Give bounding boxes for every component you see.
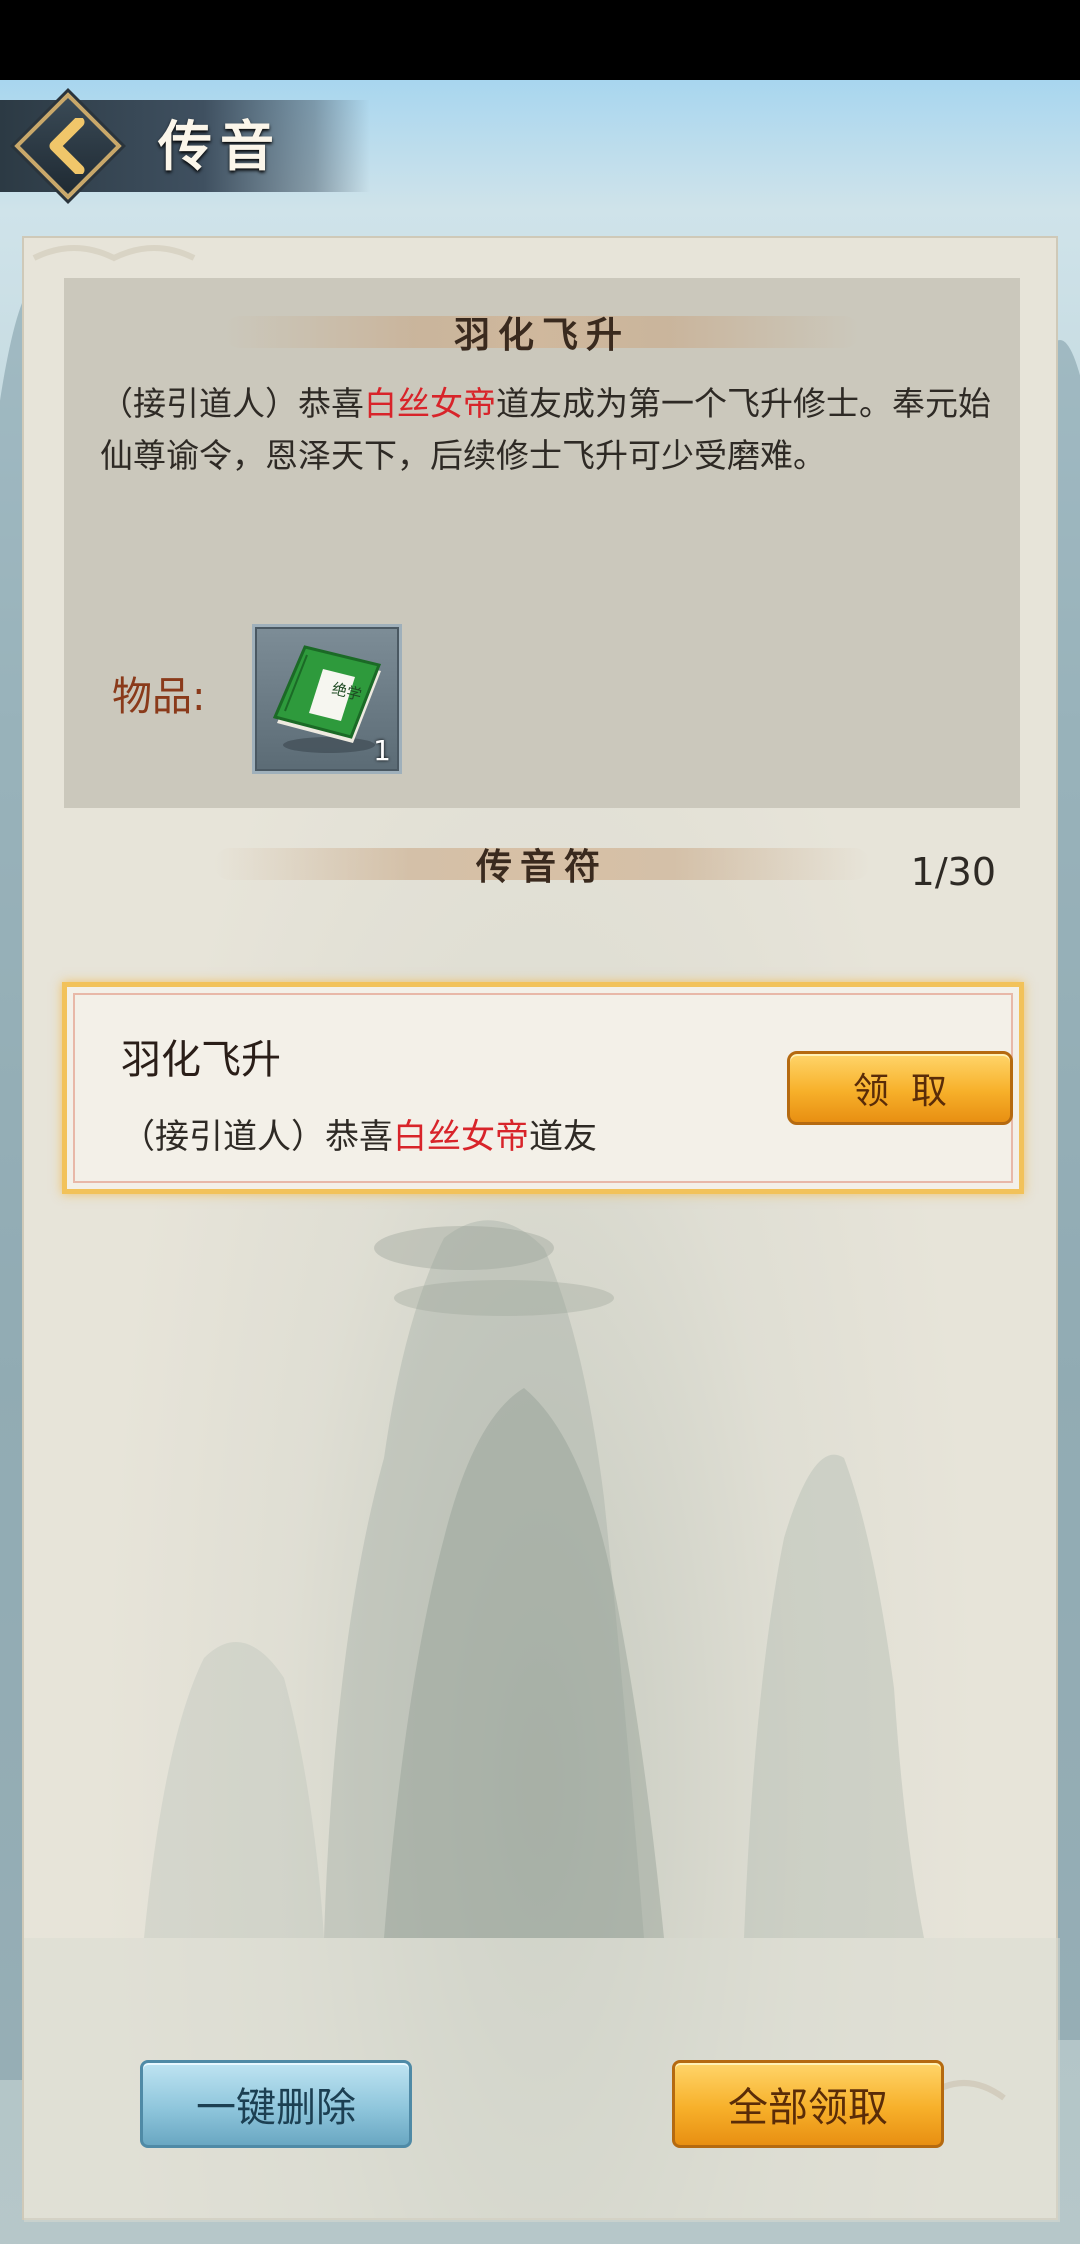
claim-button[interactable]: 领取 <box>787 1051 1013 1125</box>
list-title-banner: 传音符 <box>214 836 870 892</box>
delete-all-button[interactable]: 一键删除 <box>140 2060 412 2148</box>
items-label: 物品: <box>112 674 206 720</box>
mail-detail: 羽化飞升 （接引道人）恭喜白丝女帝道友成为第一个飞升修士。奉元始仙尊谕令，恩泽天… <box>64 278 1020 808</box>
page-title: 传音 <box>158 114 282 178</box>
preview-text: （接引道人）恭喜 <box>121 1117 393 1157</box>
detail-title-banner: 羽化飞升 <box>64 304 1020 360</box>
player-name: 白丝女帝 <box>364 384 496 423</box>
claim-all-button[interactable]: 全部领取 <box>672 2060 944 2148</box>
mail-panel: 羽化飞升 （接引道人）恭喜白丝女帝道友成为第一个飞升修士。奉元始仙尊谕令，恩泽天… <box>22 236 1060 2222</box>
status-bar <box>0 0 1080 80</box>
mail-item-preview: （接引道人）恭喜白丝女帝道友 <box>121 1109 597 1158</box>
preview-text: 道友 <box>529 1117 597 1157</box>
item-slot[interactable]: 绝学 1 <box>252 624 402 774</box>
chevron-left-icon <box>49 118 85 174</box>
player-name: 白丝女帝 <box>393 1117 529 1157</box>
mail-count: 1/30 <box>910 850 996 894</box>
mail-body: （接引道人）恭喜白丝女帝道友成为第一个飞升修士。奉元始仙尊谕令，恩泽天下，后续修… <box>100 378 1000 482</box>
item-count: 1 <box>373 734 391 767</box>
body-text: （接引道人）恭喜 <box>100 384 364 423</box>
mail-item-title: 羽化飞升 <box>121 1037 281 1083</box>
mail-list-item[interactable]: 羽化飞升 （接引道人）恭喜白丝女帝道友 领取 <box>62 982 1024 1194</box>
detail-title: 羽化飞升 <box>453 314 630 356</box>
back-button[interactable] <box>14 92 122 200</box>
list-title: 传音符 <box>475 846 608 888</box>
